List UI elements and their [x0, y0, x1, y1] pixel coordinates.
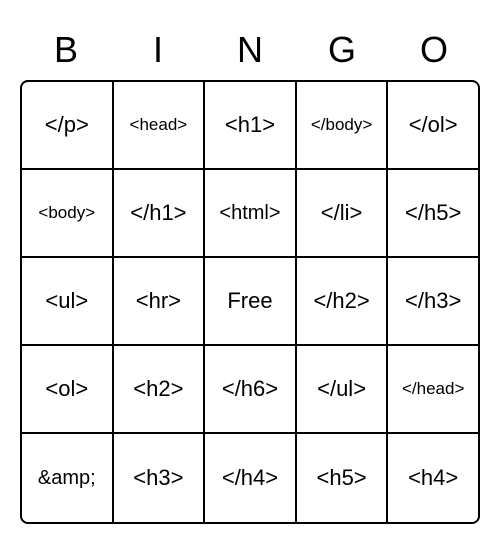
bingo-cell[interactable]: </h3> [388, 258, 478, 346]
bingo-cell[interactable]: </ul> [297, 346, 389, 434]
bingo-cell[interactable]: </ol> [388, 82, 478, 170]
header-letter-g: G [296, 29, 388, 71]
bingo-cell[interactable]: </p> [22, 82, 114, 170]
bingo-cell[interactable]: &amp; [22, 434, 114, 522]
bingo-cell[interactable]: <h1> [205, 82, 297, 170]
bingo-cell[interactable]: </h6> [205, 346, 297, 434]
bingo-grid: </p><head><h1></body></ol><body></h1><ht… [20, 80, 480, 524]
bingo-card: B I N G O </p><head><h1></body></ol><bod… [20, 20, 480, 524]
bingo-cell[interactable]: Free [205, 258, 297, 346]
bingo-cell[interactable]: <ul> [22, 258, 114, 346]
bingo-cell[interactable]: <ol> [22, 346, 114, 434]
bingo-row: <body></h1><html></li></h5> [22, 170, 478, 258]
bingo-cell[interactable]: <h3> [114, 434, 206, 522]
bingo-cell[interactable]: <h2> [114, 346, 206, 434]
bingo-row: &amp;<h3></h4><h5><h4> [22, 434, 478, 522]
bingo-row: </p><head><h1></body></ol> [22, 82, 478, 170]
bingo-cell[interactable]: </h1> [114, 170, 206, 258]
bingo-cell[interactable]: </li> [297, 170, 389, 258]
bingo-row: <ol><h2></h6></ul></head> [22, 346, 478, 434]
bingo-header: B I N G O [20, 20, 480, 80]
bingo-cell[interactable]: <h5> [297, 434, 389, 522]
header-letter-o: O [388, 29, 480, 71]
bingo-cell[interactable]: </head> [388, 346, 478, 434]
header-letter-b: B [20, 29, 112, 71]
bingo-cell[interactable]: <h4> [388, 434, 478, 522]
bingo-cell[interactable]: </h4> [205, 434, 297, 522]
header-letter-n: N [204, 29, 296, 71]
bingo-cell[interactable]: </body> [297, 82, 389, 170]
bingo-cell[interactable]: </h2> [297, 258, 389, 346]
bingo-row: <ul><hr>Free</h2></h3> [22, 258, 478, 346]
bingo-cell[interactable]: <hr> [114, 258, 206, 346]
bingo-cell[interactable]: <head> [114, 82, 206, 170]
bingo-cell[interactable]: <body> [22, 170, 114, 258]
bingo-cell[interactable]: <html> [205, 170, 297, 258]
bingo-cell[interactable]: </h5> [388, 170, 478, 258]
header-letter-i: I [112, 29, 204, 71]
